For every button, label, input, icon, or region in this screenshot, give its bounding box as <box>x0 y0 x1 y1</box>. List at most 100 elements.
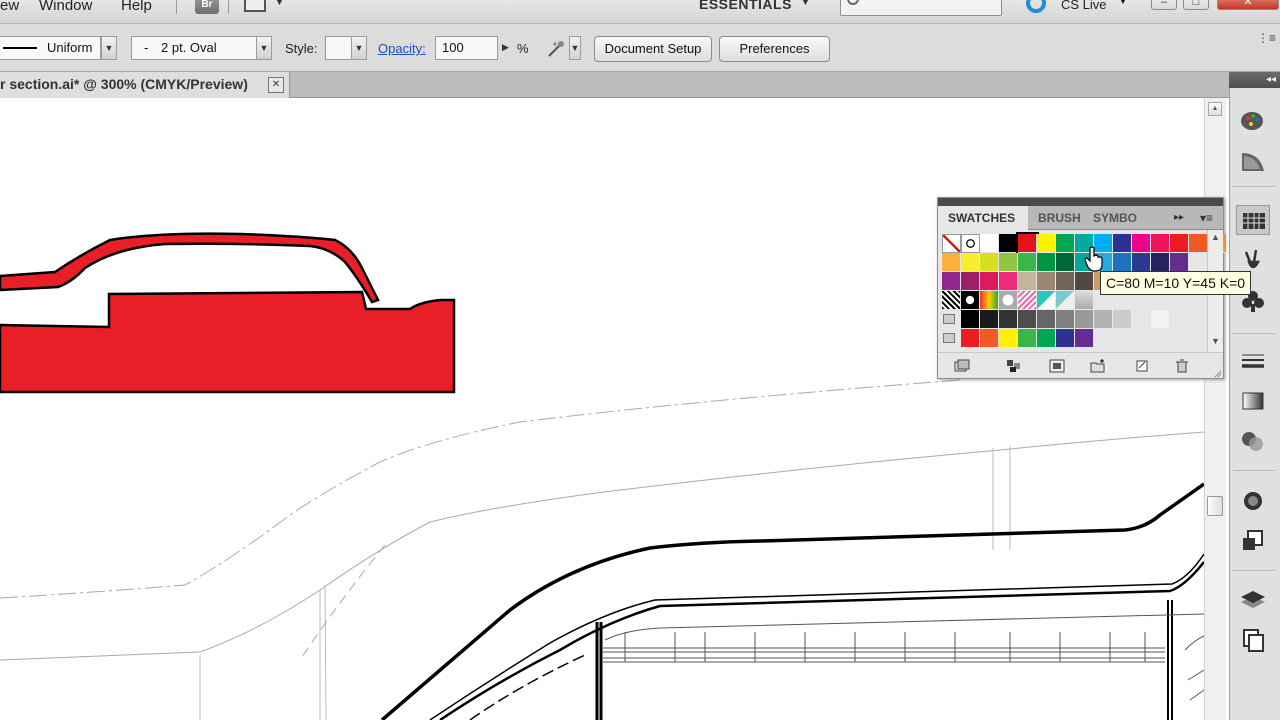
stroke-icon[interactable] <box>1236 346 1270 376</box>
swatch-chip[interactable] <box>961 310 980 329</box>
maximize-button[interactable]: □ <box>1183 0 1209 10</box>
scroll-up-icon[interactable]: ▲ <box>1208 102 1222 116</box>
swatch-chip[interactable] <box>1094 310 1113 329</box>
scroll-down-icon[interactable]: ▼ <box>1211 336 1220 346</box>
brush-definition[interactable]: - 2 pt. Oval <box>131 36 257 60</box>
menu-help[interactable]: Help <box>121 0 152 14</box>
swatch-chip[interactable] <box>942 253 961 272</box>
swatch-chip[interactable] <box>1037 253 1056 272</box>
swatch-chip[interactable] <box>1037 291 1056 310</box>
swatch-chip[interactable] <box>1132 310 1151 329</box>
swatch-chip[interactable] <box>999 291 1018 310</box>
panel-title-bar[interactable] <box>938 198 1223 206</box>
chevron-down-icon[interactable]: ▼ <box>274 0 285 8</box>
swatch-chip[interactable] <box>1170 253 1189 272</box>
chevron-down-icon[interactable]: ▼ <box>351 36 367 60</box>
tab-brushes[interactable]: BRUSH <box>1028 206 1083 230</box>
swatch-chip[interactable] <box>1113 310 1132 329</box>
cs-live-icon[interactable] <box>1026 0 1046 13</box>
swatch-chip[interactable] <box>1075 291 1094 310</box>
chevron-down-icon[interactable]: ▼ <box>569 36 581 60</box>
swatch-chip[interactable] <box>980 291 999 310</box>
arrange-documents-icon[interactable] <box>244 0 266 12</box>
graphic-styles-icon[interactable] <box>1236 526 1270 556</box>
swatch-chip[interactable] <box>1113 234 1132 253</box>
dock-header[interactable]: ◂◂ <box>1229 72 1280 88</box>
color-icon[interactable] <box>1236 147 1270 177</box>
swatch-chip[interactable] <box>1151 253 1170 272</box>
swatch-chip[interactable] <box>942 291 961 310</box>
swatch-chip[interactable] <box>942 234 961 253</box>
color-group-folder-icon[interactable] <box>943 333 955 343</box>
minimize-button[interactable]: – <box>1151 0 1177 10</box>
swatch-chip[interactable] <box>1018 329 1037 348</box>
vertical-scrollbar[interactable] <box>1204 98 1226 720</box>
swatch-chip[interactable] <box>999 234 1018 253</box>
swatch-chip[interactable] <box>1056 310 1075 329</box>
swatch-chip[interactable] <box>961 329 980 348</box>
swatch-chip[interactable] <box>1075 272 1094 291</box>
show-swatch-kinds-icon[interactable] <box>1006 359 1022 373</box>
swatch-chip[interactable] <box>1056 291 1075 310</box>
gradient-icon[interactable] <box>1236 386 1270 416</box>
layers-icon[interactable] <box>1236 585 1270 615</box>
preferences-button[interactable]: Preferences <box>719 36 830 62</box>
swatch-chip[interactable] <box>999 253 1018 272</box>
swatch-chip[interactable] <box>1132 234 1151 253</box>
color-group-folder-icon[interactable] <box>943 314 955 324</box>
swatch-chip[interactable] <box>980 234 999 253</box>
swatch-libraries-icon[interactable] <box>954 359 970 373</box>
swatch-chip[interactable] <box>1075 329 1094 348</box>
panel-menu-icon[interactable]: ⋮≡ <box>1257 31 1276 45</box>
swatch-chip[interactable] <box>1018 253 1037 272</box>
close-icon[interactable]: ✕ <box>268 77 284 93</box>
bridge-button[interactable]: Br <box>195 0 219 14</box>
cs-live-menu[interactable]: CS Live <box>1061 0 1107 12</box>
swatch-chip[interactable] <box>999 329 1018 348</box>
swatch-chip[interactable] <box>1037 272 1056 291</box>
resize-grip-icon[interactable] <box>1214 370 1222 378</box>
swatch-chip[interactable] <box>961 272 980 291</box>
scroll-up-icon[interactable]: ▲ <box>1211 232 1220 242</box>
swatch-chip[interactable] <box>999 310 1018 329</box>
swatch-chip[interactable] <box>1056 329 1075 348</box>
swatch-chip[interactable] <box>1037 310 1056 329</box>
swatch-chip[interactable] <box>961 234 980 253</box>
transparency-icon[interactable] <box>1236 426 1270 456</box>
swatch-chip[interactable] <box>1056 272 1075 291</box>
swatch-chip[interactable] <box>980 310 999 329</box>
collapse-icon[interactable]: ◂◂ <box>1266 72 1276 88</box>
swatch-chip[interactable] <box>1037 329 1056 348</box>
swatch-chip[interactable] <box>1132 253 1151 272</box>
artboard-canvas[interactable] <box>0 98 1204 720</box>
swatch-chip[interactable] <box>1170 234 1189 253</box>
swatch-chip[interactable] <box>1018 291 1037 310</box>
menu-view[interactable]: ew <box>0 0 19 14</box>
swatch-chip[interactable] <box>1189 234 1208 253</box>
more-tabs-icon[interactable]: ▸▸ <box>1174 206 1184 230</box>
workspace-switcher[interactable]: ESSENTIALS <box>699 0 792 12</box>
swatch-chip[interactable] <box>980 272 999 291</box>
swatch-chip[interactable] <box>1113 253 1132 272</box>
close-window-button[interactable]: ✕ <box>1217 0 1279 10</box>
swatches-icon[interactable] <box>1236 205 1270 235</box>
artboards-icon[interactable] <box>1236 625 1270 655</box>
search-input[interactable] <box>840 0 1002 16</box>
menu-window[interactable]: Window <box>39 0 92 14</box>
chevron-right-icon[interactable]: ▶ <box>502 42 509 53</box>
swatch-chip[interactable] <box>1056 253 1075 272</box>
new-color-group-icon[interactable] <box>1090 359 1106 373</box>
swatch-chip[interactable] <box>1018 272 1037 291</box>
document-tab[interactable]: r section.ai* @ 300% (CMYK/Preview) ✕ <box>0 72 290 98</box>
tab-symbols[interactable]: SYMBO <box>1083 206 1143 230</box>
panel-menu-icon[interactable]: ▾≡ <box>1200 206 1213 230</box>
delete-swatch-icon[interactable] <box>1174 359 1190 373</box>
swatch-options-icon[interactable] <box>1049 359 1065 373</box>
graphic-style-swatch[interactable] <box>325 36 352 60</box>
swatch-chip[interactable] <box>1075 310 1094 329</box>
swatch-chip[interactable] <box>1056 234 1075 253</box>
chevron-down-icon[interactable]: ▼ <box>800 0 811 8</box>
swatch-chip[interactable] <box>1151 310 1170 329</box>
swatch-chip[interactable] <box>1037 234 1056 253</box>
chevron-down-icon[interactable]: ▼ <box>101 36 117 60</box>
